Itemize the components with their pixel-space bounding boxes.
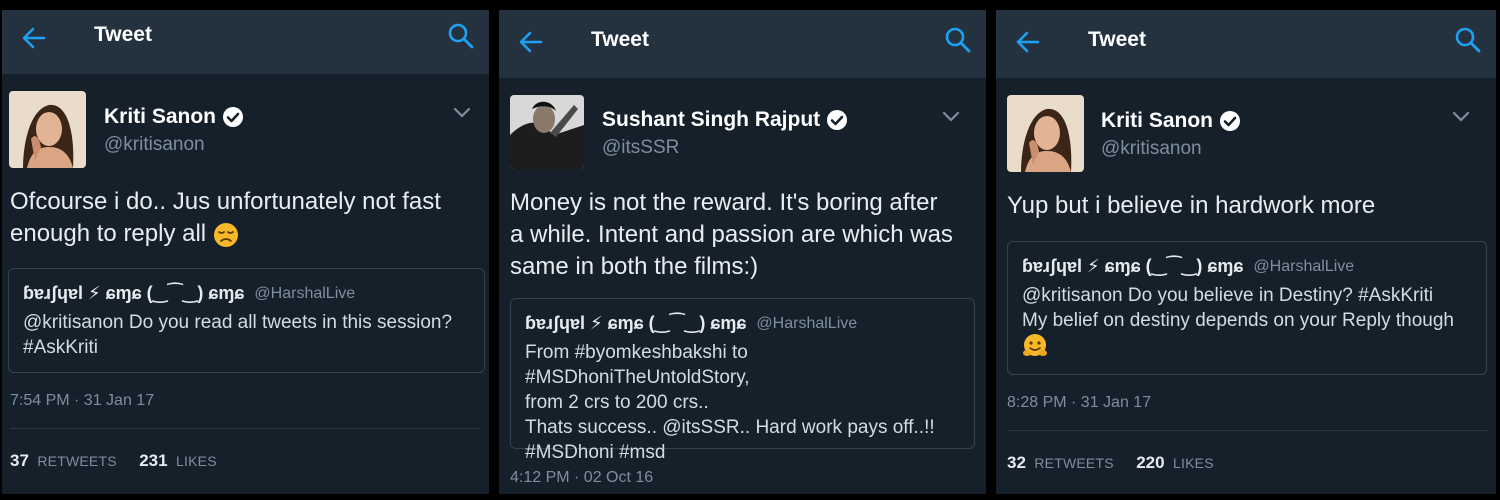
author-name[interactable]: Sushant Singh Rajput xyxy=(602,108,820,132)
retweet-count[interactable]: 32 xyxy=(1007,453,1026,472)
divider xyxy=(10,428,481,429)
quoted-author-handle: @HarshalLive xyxy=(1253,257,1355,275)
quoted-author-handle: @HarshalLive xyxy=(254,284,356,302)
arrow-left-icon[interactable] xyxy=(517,28,545,56)
top-bar: Tweet xyxy=(499,10,986,78)
quoted-tweet[interactable]: ɓɐɹʃɥɐl ⚡ ɕɱɕ (‿⁀‿) ɕɱɕ @HarshalLive @kr… xyxy=(1007,241,1487,375)
tweet-panel-3: Tweet Kriti Sanon @kritisanon Yup but i … xyxy=(996,10,1496,494)
tweet-text: Money is not the reward. It's boring aft… xyxy=(510,189,953,280)
author-handle[interactable]: @kritisanon xyxy=(1101,138,1202,160)
engagement-stats: 32 RETWEETS 220 LIKES xyxy=(1007,453,1232,473)
quoted-text: From #byomkeshbakshi to #MSDhoniTheUntol… xyxy=(525,342,935,463)
top-bar: Tweet xyxy=(996,10,1496,78)
author-name-row[interactable]: Kriti Sanon xyxy=(1101,109,1241,133)
tweet-panel-1: Tweet Kriti Sanon @kritisanon Ofcourse i… xyxy=(2,10,489,494)
retweets-label[interactable]: RETWEETS xyxy=(37,453,116,469)
author-name-row[interactable]: Kriti Sanon xyxy=(104,105,244,129)
avatar[interactable] xyxy=(510,95,584,169)
quoted-author-name: ɓɐɹʃɥɐl ⚡ ɕɱɕ (‿⁀‿) ɕɱɕ xyxy=(23,283,245,303)
verified-badge-icon xyxy=(827,110,848,130)
avatar[interactable] xyxy=(1007,95,1084,172)
like-count[interactable]: 220 xyxy=(1136,453,1164,472)
timestamp: 7:54 PM · 31 Jan 17 xyxy=(10,392,155,409)
verified-badge-icon xyxy=(223,107,244,127)
disappointed-face-emoji xyxy=(213,222,238,247)
author-name[interactable]: Kriti Sanon xyxy=(104,105,216,129)
verified-badge-icon xyxy=(1220,111,1241,131)
author-handle[interactable]: @kritisanon xyxy=(104,134,205,156)
page-title: Tweet xyxy=(94,23,152,46)
avatar[interactable] xyxy=(9,91,86,168)
search-icon[interactable] xyxy=(1454,26,1482,54)
engagement-stats: 37 RETWEETS 231 LIKES xyxy=(10,451,235,471)
divider xyxy=(1007,430,1488,431)
chevron-down-icon[interactable] xyxy=(942,111,960,123)
quoted-text: @kritisanon Do you believe in Destiny? #… xyxy=(1022,283,1472,359)
author-handle[interactable]: @itsSSR xyxy=(602,137,679,159)
author-name-row[interactable]: Sushant Singh Rajput xyxy=(602,108,848,132)
tweet-text: Yup but i believe in hardwork more xyxy=(1007,192,1376,219)
like-count[interactable]: 231 xyxy=(139,451,167,470)
quoted-author-name: ɓɐɹʃɥɐl ⚡ ɕɱɕ (‿⁀‿) ɕɱɕ xyxy=(525,313,747,333)
quoted-text: @kritisanon Do you read all tweets in th… xyxy=(23,312,453,358)
top-bar: Tweet xyxy=(2,10,489,74)
timestamp: 8:28 PM · 31 Jan 17 xyxy=(1007,394,1152,411)
retweets-label[interactable]: RETWEETS xyxy=(1034,455,1113,471)
page-title: Tweet xyxy=(1088,28,1146,51)
arrow-left-icon[interactable] xyxy=(1014,28,1042,56)
likes-label[interactable]: LIKES xyxy=(176,453,217,469)
quoted-tweet[interactable]: ɓɐɹʃɥɐl ⚡ ɕɱɕ (‿⁀‿) ɕɱɕ @HarshalLive Fro… xyxy=(510,298,975,463)
arrow-left-icon[interactable] xyxy=(20,24,48,52)
search-icon[interactable] xyxy=(944,26,972,54)
retweet-count[interactable]: 37 xyxy=(10,451,29,470)
quoted-tweet[interactable]: ɓɐɹʃɥɐl ⚡ ɕɱɕ (‿⁀‿) ɕɱɕ @HarshalLive @kr… xyxy=(8,268,485,373)
quoted-author-handle: @HarshalLive xyxy=(756,314,858,332)
timestamp: 4:12 PM · 02 Oct 16 xyxy=(510,469,654,486)
hugging-face-emoji xyxy=(1023,334,1047,356)
tweet-text: Ofcourse i do.. Jus unfortunately not fa… xyxy=(10,188,441,247)
page-title: Tweet xyxy=(591,28,649,51)
chevron-down-icon[interactable] xyxy=(1452,111,1470,123)
search-icon[interactable] xyxy=(447,22,475,50)
likes-label[interactable]: LIKES xyxy=(1173,455,1214,471)
tweet-panel-2: Tweet Sushant Singh Rajput @itsSSR Money… xyxy=(499,10,986,494)
author-name[interactable]: Kriti Sanon xyxy=(1101,109,1213,133)
quoted-author-name: ɓɐɹʃɥɐl ⚡ ɕɱɕ (‿⁀‿) ɕɱɕ xyxy=(1022,256,1244,276)
chevron-down-icon[interactable] xyxy=(453,107,471,119)
